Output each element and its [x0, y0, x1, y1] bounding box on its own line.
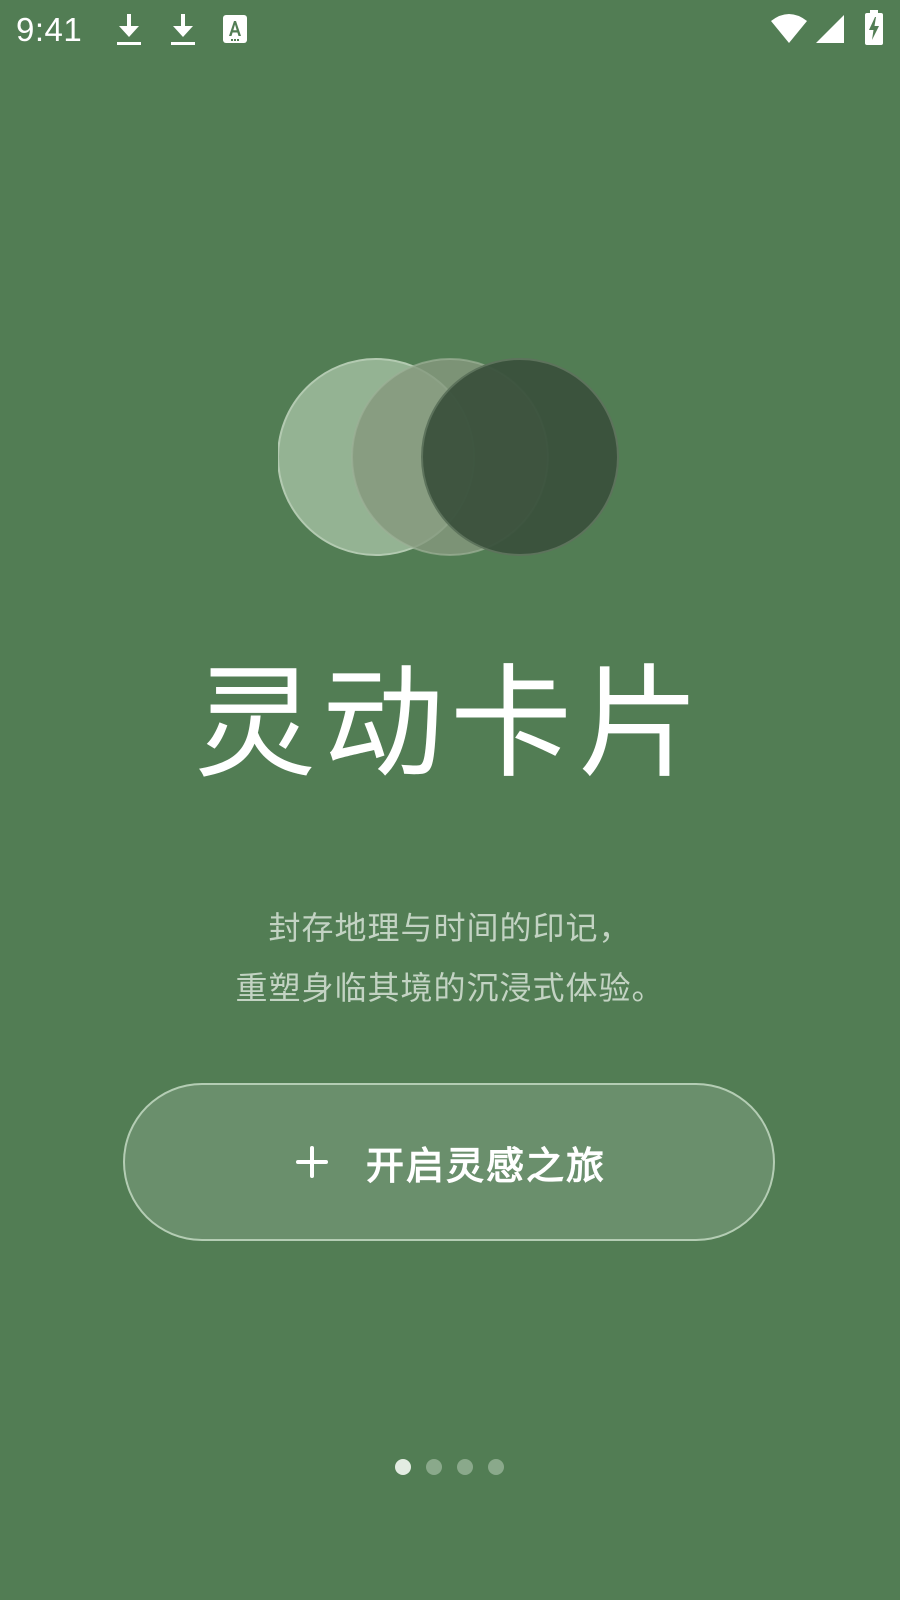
app-logo [278, 358, 619, 556]
page-dot-3[interactable] [457, 1459, 473, 1475]
subtitle-line-1: 封存地理与时间的印记， [268, 909, 632, 947]
start-journey-label: 开启灵感之旅 [365, 1143, 606, 1188]
wifi-icon [771, 14, 807, 43]
start-journey-button[interactable]: 开启灵感之旅 [123, 1083, 775, 1241]
status-time: 9:41 [16, 11, 83, 48]
page-dot-4[interactable] [488, 1459, 504, 1475]
subtitle: 封存地理与时间的印记， 重塑身临其境的沉浸式体验。 [0, 898, 900, 1018]
page-dot-2[interactable] [426, 1459, 442, 1475]
download-icon [171, 14, 195, 45]
page-dot-1[interactable] [395, 1459, 411, 1475]
translate-icon [223, 15, 247, 43]
page-title: 灵动卡片 [194, 653, 706, 795]
battery-charging-icon [865, 10, 883, 45]
plus-icon [292, 1142, 332, 1182]
logo-circle-dark [421, 358, 619, 556]
subtitle-line-2: 重塑身临其境的沉浸式体验。 [235, 969, 665, 1007]
page-indicator [395, 1459, 504, 1475]
cellular-signal-icon [816, 15, 844, 43]
status-bar: 9:41 [0, 0, 900, 64]
download-icon [117, 14, 141, 45]
